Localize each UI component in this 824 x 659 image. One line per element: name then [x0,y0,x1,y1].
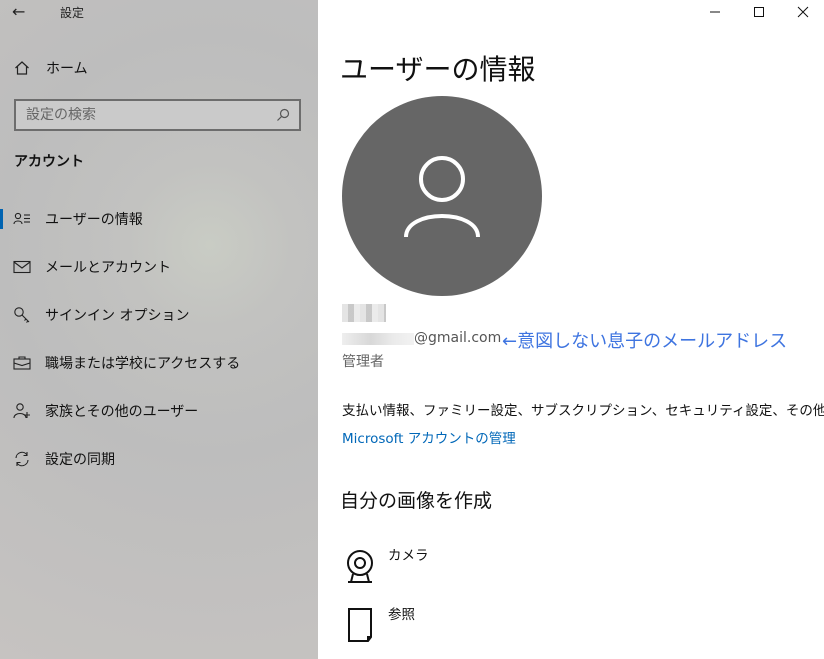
home-icon [12,58,32,78]
section-header-account: アカウント [14,154,84,170]
sidebar: ← 設定 ホーム アカウント ユーザーの情報 メールとアカウント サインイン オ… [0,0,318,659]
sidebar-item-user-info[interactable]: ユーザーの情報 [0,204,318,234]
maximize-icon [754,7,764,17]
window-title: 設定 [60,6,85,20]
create-picture-header: 自分の画像を作成 [340,490,493,512]
search-box[interactable] [14,99,301,131]
sidebar-item-label: 設定の同期 [45,452,115,468]
sidebar-item-mail-accounts[interactable]: メールとアカウント [0,252,318,282]
annotation-note: ←意図しない息子のメールアドレス [502,331,788,352]
page-title: ユーザーの情報 [340,53,536,86]
sidebar-item-home[interactable]: ホーム [12,56,88,80]
account-role: 管理者 [342,354,384,370]
back-arrow-icon: ← [12,2,26,21]
home-label: ホーム [46,61,88,77]
add-user-icon [12,401,32,421]
option-camera[interactable]: カメラ [342,544,429,588]
avatar [342,96,542,296]
option-label: 参照 [388,607,415,623]
sidebar-item-work-school[interactable]: 職場または学校にアクセスする [0,348,318,378]
maximize-button[interactable] [736,0,782,24]
back-button[interactable]: ← [12,2,34,22]
sidebar-item-signin-options[interactable]: サインイン オプション [0,300,318,330]
sidebar-item-label: サインイン オプション [45,308,190,324]
email-redacted [342,333,414,345]
browse-file-icon [342,603,378,647]
user-card-icon [12,209,32,229]
camera-icon [342,544,378,588]
minimize-button[interactable] [692,0,738,24]
manage-microsoft-account-link[interactable]: Microsoft アカウントの管理 [342,427,516,447]
sidebar-item-label: 職場または学校にアクセスする [45,356,241,372]
sidebar-item-label: ユーザーの情報 [45,212,143,228]
briefcase-icon [12,353,32,373]
search-icon[interactable] [271,103,295,127]
search-input[interactable] [26,107,271,123]
option-browse[interactable]: 参照 [342,603,415,647]
sidebar-item-label: 家族とその他のユーザー [45,404,199,420]
billing-info-text: 支払い情報、ファミリー設定、サブスクリプション、セキュリティ設定、その他 [342,403,824,419]
account-name-redacted [342,304,386,322]
close-icon [797,6,809,18]
close-button[interactable] [780,0,824,24]
mail-icon [12,257,32,277]
sidebar-item-label: メールとアカウント [45,260,171,276]
minimize-icon [710,11,720,13]
sidebar-item-family-users[interactable]: 家族とその他のユーザー [0,396,318,426]
person-icon [404,156,480,238]
key-icon [12,305,32,325]
sidebar-item-sync[interactable]: 設定の同期 [0,444,318,474]
option-label: カメラ [388,548,429,564]
account-email: @gmail.com [414,330,502,346]
sync-icon [12,449,32,469]
